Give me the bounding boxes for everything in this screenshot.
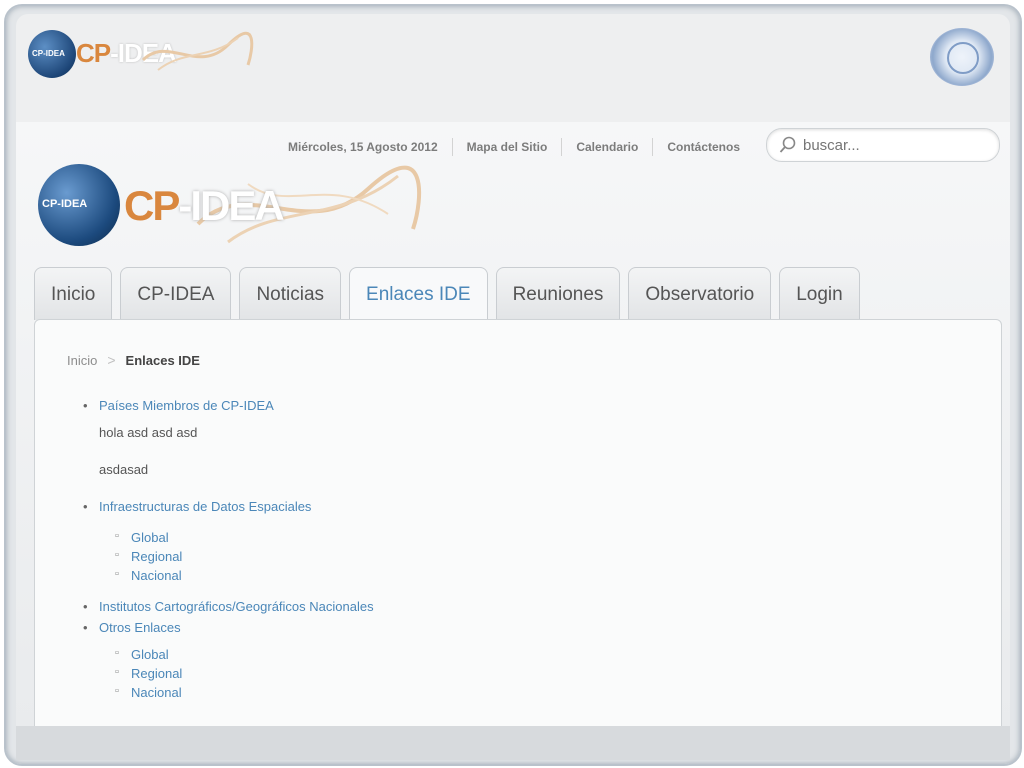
- link-institutos[interactable]: Institutos Cartográficos/Geográficos Nac…: [99, 599, 374, 614]
- paragraph: hola asd asd asd: [99, 425, 198, 440]
- tab-inicio[interactable]: Inicio: [34, 267, 113, 320]
- link-regional[interactable]: Regional: [131, 666, 182, 681]
- link-global[interactable]: Global: [131, 530, 169, 545]
- browser-frame: CP-IDEA CP-IDEA Miércoles, 15 Agosto 201…: [4, 4, 1022, 766]
- sub-list-item: Global: [115, 530, 374, 545]
- globe-label: CP-IDEA: [32, 49, 65, 58]
- links-list: Países Miembros de CP-IDEA hola asd asd …: [83, 398, 374, 716]
- sub-list: Global Regional Nacional: [115, 530, 374, 583]
- globe-icon: CP-IDEA: [38, 164, 120, 246]
- tab-observatorio[interactable]: Observatorio: [628, 267, 772, 320]
- sitemap-link[interactable]: Mapa del Sitio: [451, 138, 562, 156]
- un-emblem-icon: [930, 28, 994, 86]
- calendar-link[interactable]: Calendario: [561, 138, 652, 156]
- logo-cp: CP: [124, 182, 180, 229]
- link-infraestructuras[interactable]: Infraestructuras de Datos Espaciales: [99, 499, 311, 514]
- tab-cp-idea[interactable]: CP-IDEA: [120, 267, 232, 320]
- sub-list: Global Regional Nacional: [115, 647, 374, 700]
- globe-icon: CP-IDEA: [28, 30, 76, 78]
- link-global[interactable]: Global: [131, 647, 169, 662]
- search-icon: [779, 136, 796, 153]
- small-logo[interactable]: CP-IDEA CP-IDEA: [28, 30, 258, 90]
- sub-list-item: Nacional: [115, 568, 374, 583]
- page-body: Miércoles, 15 Agosto 2012 Mapa del Sitio…: [16, 122, 1010, 741]
- main-logo-text: CP-IDEA: [124, 182, 285, 230]
- link-nacional[interactable]: Nacional: [131, 685, 182, 700]
- link-paises-miembros[interactable]: Países Miembros de CP-IDEA: [99, 398, 274, 413]
- search-box[interactable]: [766, 128, 1000, 162]
- main-logo[interactable]: CP-IDEA CP-IDEA: [38, 164, 428, 254]
- top-header: CP-IDEA CP-IDEA: [16, 14, 1010, 122]
- list-item: Otros Enlaces Global Regional Nacional: [83, 620, 374, 700]
- sub-list-item: Regional: [115, 666, 374, 681]
- list-item: Países Miembros de CP-IDEA hola asd asd …: [83, 398, 374, 477]
- tab-reuniones[interactable]: Reuniones: [495, 267, 621, 320]
- search-input[interactable]: [801, 134, 985, 156]
- globe-label: CP-IDEA: [42, 198, 88, 210]
- main-nav-tabs: Inicio CP-IDEA Noticias Enlaces IDE Reun…: [34, 267, 860, 321]
- breadcrumb-separator-icon: >: [107, 352, 116, 368]
- footer-band: [16, 726, 1010, 760]
- link-nacional[interactable]: Nacional: [131, 568, 182, 583]
- utility-nav: Miércoles, 15 Agosto 2012 Mapa del Sitio…: [288, 138, 754, 156]
- list-item: Institutos Cartográficos/Geográficos Nac…: [83, 599, 374, 614]
- paragraph: asdasad: [99, 462, 149, 477]
- sub-list-item: Global: [115, 647, 374, 662]
- link-regional[interactable]: Regional: [131, 549, 182, 564]
- list-item: Infraestructuras de Datos Espaciales Glo…: [83, 499, 374, 583]
- current-date: Miércoles, 15 Agosto 2012: [288, 140, 438, 154]
- logo-idea: -IDEA: [178, 182, 284, 229]
- breadcrumb-current: Enlaces IDE: [125, 352, 200, 368]
- breadcrumb-home-link[interactable]: Inicio: [67, 353, 97, 368]
- link-otros-enlaces[interactable]: Otros Enlaces: [99, 620, 181, 635]
- tab-noticias[interactable]: Noticias: [239, 267, 342, 320]
- tab-login[interactable]: Login: [779, 267, 860, 320]
- tab-enlaces-ide[interactable]: Enlaces IDE: [349, 267, 488, 321]
- breadcrumb: Inicio > Enlaces IDE: [67, 352, 200, 368]
- contact-link[interactable]: Contáctenos: [652, 138, 754, 156]
- sub-list-item: Nacional: [115, 685, 374, 700]
- sub-list-item: Regional: [115, 549, 374, 564]
- swirl-decoration-icon: [141, 31, 254, 71]
- content-panel: Inicio > Enlaces IDE Países Miembros de …: [34, 319, 1002, 741]
- logo-cp: CP: [76, 38, 111, 68]
